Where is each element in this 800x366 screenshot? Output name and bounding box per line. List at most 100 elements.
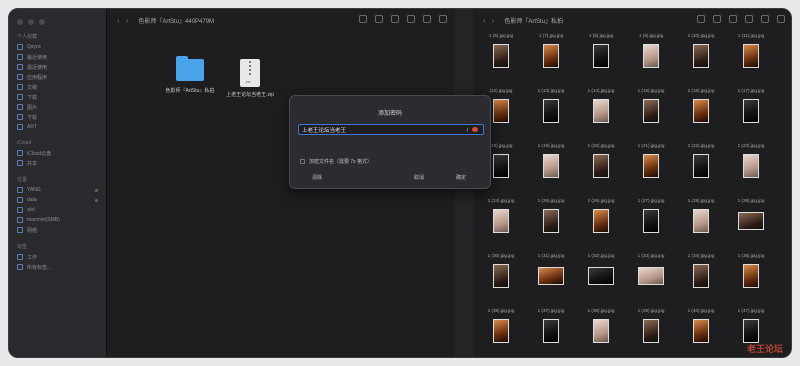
folder-icon	[17, 44, 23, 50]
sidebar-item-label: 下载	[27, 114, 38, 121]
thumbnail-item[interactable]: 1 (13).jpg.jpg	[529, 88, 573, 123]
sidebar-item[interactable]: 下载	[9, 112, 106, 122]
thumbnail-item[interactable]: 1 (28).jpg.jpg	[679, 198, 723, 233]
sidebar-item-label: 网络	[27, 227, 38, 234]
thumbnail-item[interactable]: 1 (16).jpg.jpg	[679, 88, 723, 123]
thumbnail-item[interactable]: 1 (22).jpg.jpg	[679, 143, 723, 178]
thumbnail-item[interactable]: 1 (6).jpg.jpg	[479, 33, 523, 68]
close-button[interactable]	[17, 19, 23, 25]
group-icon[interactable]	[375, 15, 383, 23]
sidebar-item[interactable]: skd	[9, 205, 106, 215]
sidebar-item[interactable]: YANG	[9, 185, 106, 195]
eject-icon[interactable]	[95, 198, 98, 202]
tag-icon[interactable]	[745, 15, 753, 23]
cancel-button[interactable]: 取消	[414, 174, 424, 181]
sidebar-item[interactable]: ART	[9, 122, 106, 132]
thumbnail-item[interactable]: 1 (17).jpg.jpg	[729, 88, 773, 123]
sidebar-item[interactable]: 图片	[9, 102, 106, 112]
thumbnail-label: 1 (26).jpg.jpg	[587, 198, 615, 203]
thumbnail-item[interactable]: 1 (21).jpg.jpg	[629, 143, 673, 178]
back-icon[interactable]: ‹	[483, 16, 486, 25]
sidebar-item[interactable]: macmini(SMB)	[9, 215, 106, 225]
checkbox-box[interactable]	[300, 159, 305, 164]
share-icon[interactable]	[391, 15, 399, 23]
sidebar-item[interactable]: 最近使用	[9, 52, 106, 62]
sidebar-section-title: 标签	[17, 244, 28, 250]
thumbnail-item[interactable]: 1 (25).jpg.jpg	[529, 198, 573, 233]
thumbnail-item[interactable]: 1 (27).jpg.jpg	[629, 198, 673, 233]
thumbnail-item[interactable]: 1 (11).jpg.jpg	[729, 33, 773, 68]
folder-icon	[17, 207, 23, 213]
view-options-icon[interactable]	[359, 15, 367, 23]
key-icon[interactable]: ⚷	[465, 127, 469, 133]
thumbnail-item[interactable]: 1 (33).jpg.jpg	[629, 253, 673, 285]
thumbnail-item[interactable]: 1 (20).jpg.jpg	[579, 143, 623, 178]
thumbnail-item[interactable]: 1 (34).jpg.jpg	[679, 253, 723, 288]
thumbnail-item[interactable]: 1 (38).jpg.jpg	[579, 308, 623, 343]
thumbnail-item[interactable]: 1 (35).jpg.jpg	[729, 253, 773, 288]
thumbnail-item[interactable]: 1 (9).jpg.jpg	[629, 33, 673, 68]
thumbnail-item[interactable]: 1 (32).jpg.jpg	[579, 253, 623, 285]
sidebar-item[interactable]: 网络	[9, 225, 106, 235]
thumbnail-item[interactable]: 1 (15).jpg.jpg	[629, 88, 673, 123]
share-icon[interactable]	[729, 15, 737, 23]
left-pane-title: 色影师『ArtStu』440P479M	[138, 18, 215, 25]
thumbnail-item[interactable]: 1 (36).jpg.jpg	[479, 308, 523, 343]
thumbnail-item[interactable]: 1 (23).jpg.jpg	[729, 143, 773, 178]
more-icon[interactable]	[423, 15, 431, 23]
image-thumbnail	[643, 319, 659, 343]
sidebar-item[interactable]: 文稿	[9, 82, 106, 92]
image-thumbnail	[643, 154, 659, 178]
thumbnail-item[interactable]: 1 (37).jpg.jpg	[529, 308, 573, 343]
thumbnail-label: 1 (11).jpg.jpg	[737, 33, 765, 38]
sidebar-section-title: 个人收藏	[17, 34, 38, 40]
forward-icon[interactable]: ›	[492, 16, 495, 25]
thumbnail-label: 1 (31).jpg.jpg	[537, 253, 565, 258]
thumbnail-item[interactable]: 1 (19).jpg.jpg	[529, 143, 573, 178]
minimize-button[interactable]	[28, 19, 34, 25]
zip-item[interactable]: ZIP 上老王论坛当老王.zip	[225, 59, 275, 98]
thumbnail-item[interactable]: 1 (7).jpg.jpg	[529, 33, 573, 68]
eject-icon[interactable]	[95, 188, 98, 192]
search-icon[interactable]	[439, 15, 447, 23]
ok-button[interactable]: 确定	[456, 174, 466, 181]
encrypt-filenames-checkbox[interactable]: 加密文件名（需要 7z 格式）	[300, 158, 372, 165]
thumbnail-item[interactable]: 1 (14).jpg.jpg	[579, 88, 623, 123]
sidebar-item[interactable]: 应用程序	[9, 72, 106, 82]
sidebar-item[interactable]: 共享	[9, 158, 106, 168]
sidebar-item-label: 下载	[27, 94, 38, 101]
tag-icon[interactable]	[407, 15, 415, 23]
folder-item[interactable]: 色影师『ArtStu』私拍	[165, 56, 215, 94]
thumbnail-item[interactable]: 1 (26).jpg.jpg	[579, 198, 623, 233]
sidebar-item[interactable]: data	[9, 195, 106, 205]
image-thumbnail	[543, 209, 559, 233]
password-input[interactable]: 上老王论坛当老王 ⚷	[298, 124, 484, 135]
sidebar-item[interactable]: 下载	[9, 92, 106, 102]
view-options-icon[interactable]	[697, 15, 705, 23]
sidebar-item[interactable]: 最近使用	[9, 62, 106, 72]
thumbnail-item[interactable]: 1 (47).jpg.jpg	[729, 308, 773, 343]
clear-button[interactable]: 清除	[312, 174, 322, 181]
thumbnail-item[interactable]: 1 (40).jpg.jpg	[679, 308, 723, 343]
thumbnail-item[interactable]: 1 (31).jpg.jpg	[529, 253, 573, 285]
thumbnail-item[interactable]: 1 (24).jpg.jpg	[479, 198, 523, 233]
thumbnail-item[interactable]: 1 (30).jpg.jpg	[479, 253, 523, 288]
back-icon[interactable]: ‹	[117, 16, 120, 25]
sidebar-item[interactable]: Qsync	[9, 42, 106, 52]
thumbnail-item[interactable]: 1 (39).jpg.jpg	[629, 308, 673, 343]
search-icon[interactable]	[777, 15, 785, 23]
sidebar-item[interactable]: 所有标签...	[9, 262, 106, 272]
thumbnail-item[interactable]: 1 (29).jpg.jpg	[729, 198, 773, 230]
sidebar-item[interactable]: iCloud云盘	[9, 148, 106, 158]
thumbnail-item[interactable]: 1 (10).jpg.jpg	[679, 33, 723, 68]
image-thumbnail	[593, 154, 609, 178]
eye-icon[interactable]	[472, 127, 478, 132]
thumbnail-item[interactable]: 1 (8).jpg.jpg	[579, 33, 623, 68]
forward-icon[interactable]: ›	[126, 16, 129, 25]
group-icon[interactable]	[713, 15, 721, 23]
folder-icon	[176, 56, 204, 81]
zoom-button[interactable]	[39, 19, 45, 25]
more-icon[interactable]	[761, 15, 769, 23]
sidebar-item[interactable]: 工作	[9, 252, 106, 262]
thumbnail-label: 1 (16).jpg.jpg	[687, 88, 715, 93]
